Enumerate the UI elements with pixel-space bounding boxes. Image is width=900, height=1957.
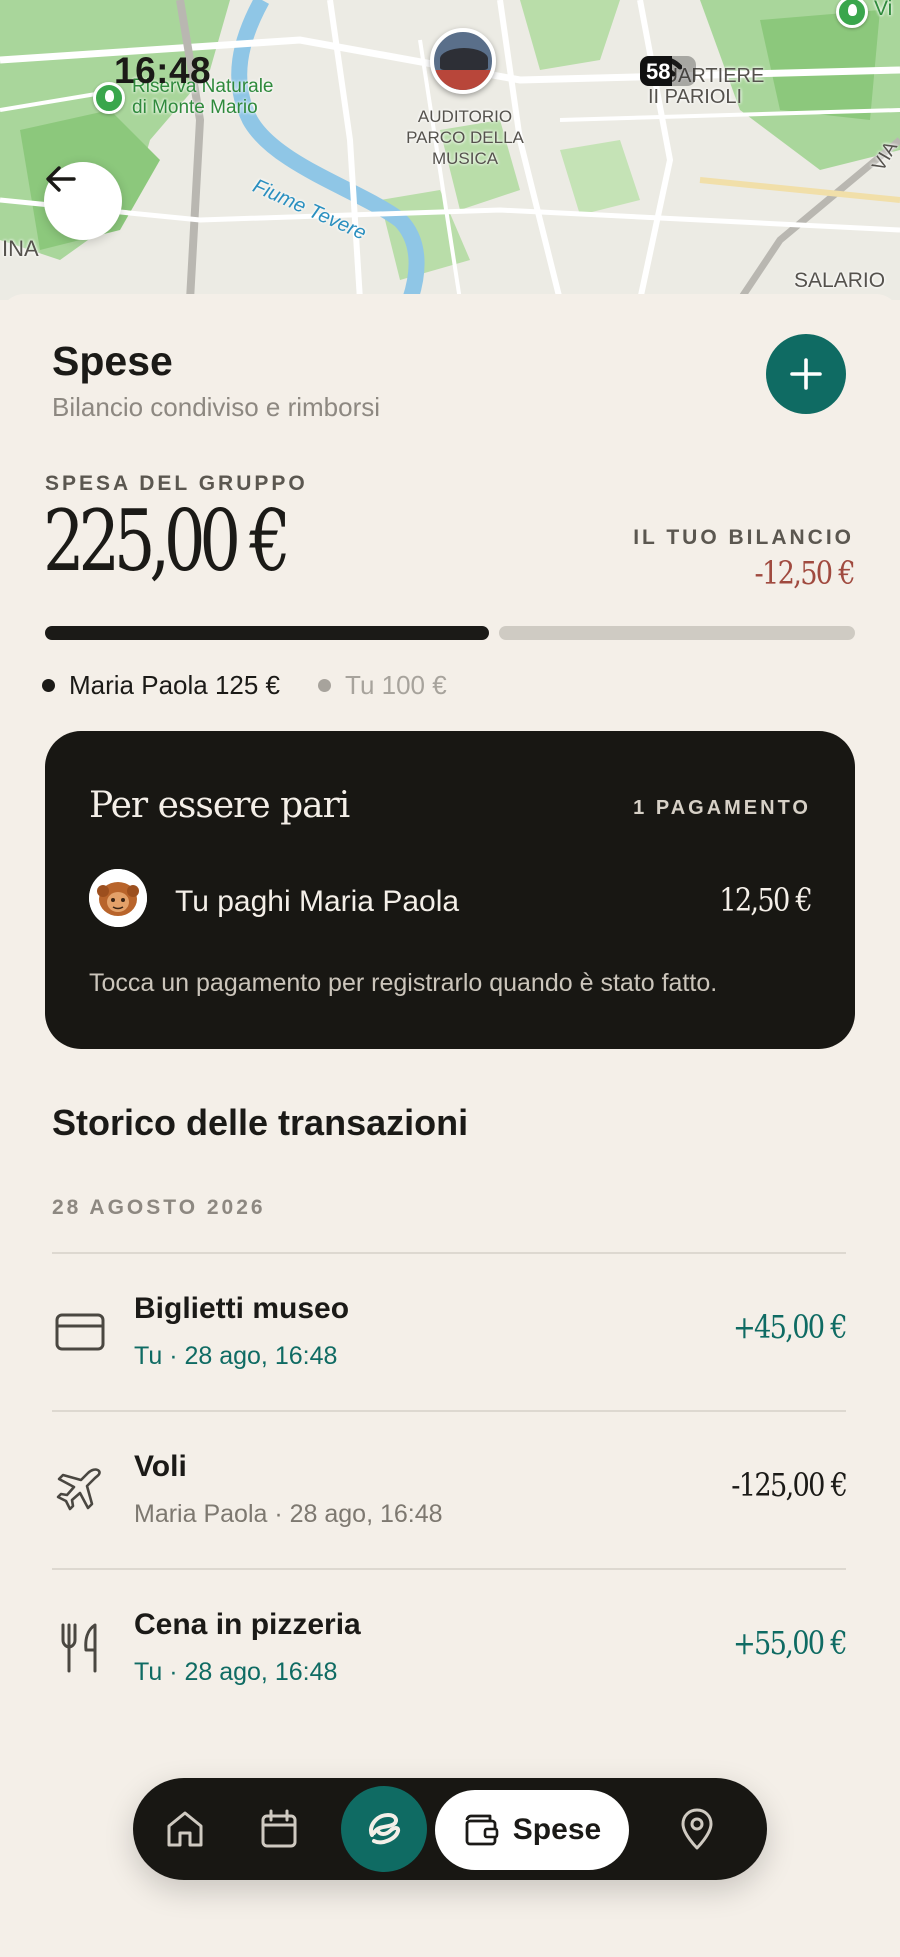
settle-heading: Per essere pari xyxy=(89,785,350,826)
legend-dot xyxy=(42,679,55,692)
history-date-header: 28 AGOSTO 2026 xyxy=(52,1196,266,1219)
map-label-auditorium: AUDITORIO PARCO DELLA MUSICA xyxy=(406,107,524,168)
nav-home-button[interactable] xyxy=(155,1799,215,1859)
balance-value: -12,50 € xyxy=(754,554,856,592)
balance-label: IL TUO BILANCIO xyxy=(633,526,854,549)
transaction-row[interactable]: Cena in pizzeria Tu · 28 ago, 16:48 +55,… xyxy=(52,1568,848,1726)
avatar xyxy=(89,869,147,927)
credit-card-icon xyxy=(52,1304,108,1360)
transaction-amount: +55,00 € xyxy=(732,1624,848,1662)
share-bar-maria-paola xyxy=(45,626,489,640)
plus-icon xyxy=(790,358,822,390)
home-icon xyxy=(167,1811,203,1847)
nav-expenses-button[interactable]: Spese xyxy=(435,1790,629,1870)
nav-app-logo-button[interactable] xyxy=(341,1786,427,1872)
settle-hint: Tocca un pagamento per registrarlo quand… xyxy=(89,969,718,997)
nav-expenses-label: Spese xyxy=(512,1813,602,1846)
transaction-row[interactable]: Biglietti museo Tu · 28 ago, 16:48 +45,0… xyxy=(52,1252,848,1410)
status-icons: 58 xyxy=(640,56,696,86)
legend-label: Maria Paola 125 € xyxy=(69,670,281,700)
settle-payment-count: 1 PAGAMENTO xyxy=(633,797,811,819)
transaction-meta: Tu · 28 ago, 16:48 xyxy=(134,1658,338,1686)
legend-item-tu: Tu 100 € xyxy=(318,670,447,701)
map-view[interactable]: Riserva Naturale di Monte Mario AUDITORI… xyxy=(0,0,900,300)
page-subtitle: Bilancio condiviso e rimborsi xyxy=(52,392,381,422)
group-spend-total: 225,00 € xyxy=(43,492,291,590)
history-title: Storico delle transazioni xyxy=(52,1102,469,1143)
wallet-icon xyxy=(465,1814,499,1846)
app-logo-icon xyxy=(369,1812,401,1845)
avatar-image xyxy=(89,869,147,927)
transaction-amount: +45,00 € xyxy=(732,1308,848,1346)
payment-row[interactable]: Tu paghi Maria Paola xyxy=(175,885,459,919)
arrow-left-icon xyxy=(46,166,76,192)
fork-knife-icon xyxy=(52,1620,108,1676)
share-legend: Maria Paola 125 € Tu 100 € xyxy=(42,670,485,701)
battery-icon: 58 xyxy=(640,56,696,86)
battery-level: 58 xyxy=(646,59,671,84)
share-progress-bar xyxy=(45,626,855,640)
calendar-icon xyxy=(261,1809,297,1848)
transaction-meta: Tu · 28 ago, 16:48 xyxy=(134,1342,338,1370)
transaction-meta: Maria Paola · 28 ago, 16:48 xyxy=(134,1500,443,1528)
transaction-name: Cena in pizzeria xyxy=(134,1608,361,1641)
expenses-sheet: Spese Bilancio condiviso e rimborsi SPES… xyxy=(0,294,900,1957)
nav-map-button[interactable] xyxy=(667,1799,727,1859)
location-pin-icon xyxy=(681,1808,713,1850)
legend-item-maria-paola: Maria Paola 125 € xyxy=(42,670,280,701)
transaction-name: Biglietti museo xyxy=(134,1292,350,1325)
status-bar: 16:48 58 xyxy=(0,0,900,110)
transaction-amount: -125,00 € xyxy=(730,1466,848,1504)
settle-up-card: Per essere pari 1 PAGAMENTO Tu paghi Mar… xyxy=(45,731,855,1049)
airplane-icon xyxy=(52,1462,108,1518)
transaction-name: Voli xyxy=(134,1450,187,1483)
nav-calendar-button[interactable] xyxy=(249,1799,309,1859)
legend-label: Tu 100 € xyxy=(345,670,447,700)
bottom-nav: Spese xyxy=(133,1778,767,1880)
add-expense-button[interactable] xyxy=(766,334,846,414)
transaction-row[interactable]: Voli Maria Paola · 28 ago, 16:48 -125,00… xyxy=(52,1410,848,1568)
legend-dot xyxy=(318,679,332,692)
status-time: 16:48 xyxy=(114,50,212,91)
map-label-salario: SALARIO xyxy=(794,269,886,292)
payment-amount[interactable]: 12,50 € xyxy=(719,881,813,919)
back-button[interactable] xyxy=(44,162,122,240)
share-bar-tu xyxy=(499,626,855,640)
map-label-ina: INA xyxy=(2,236,39,261)
page-title: Spese xyxy=(52,338,173,384)
